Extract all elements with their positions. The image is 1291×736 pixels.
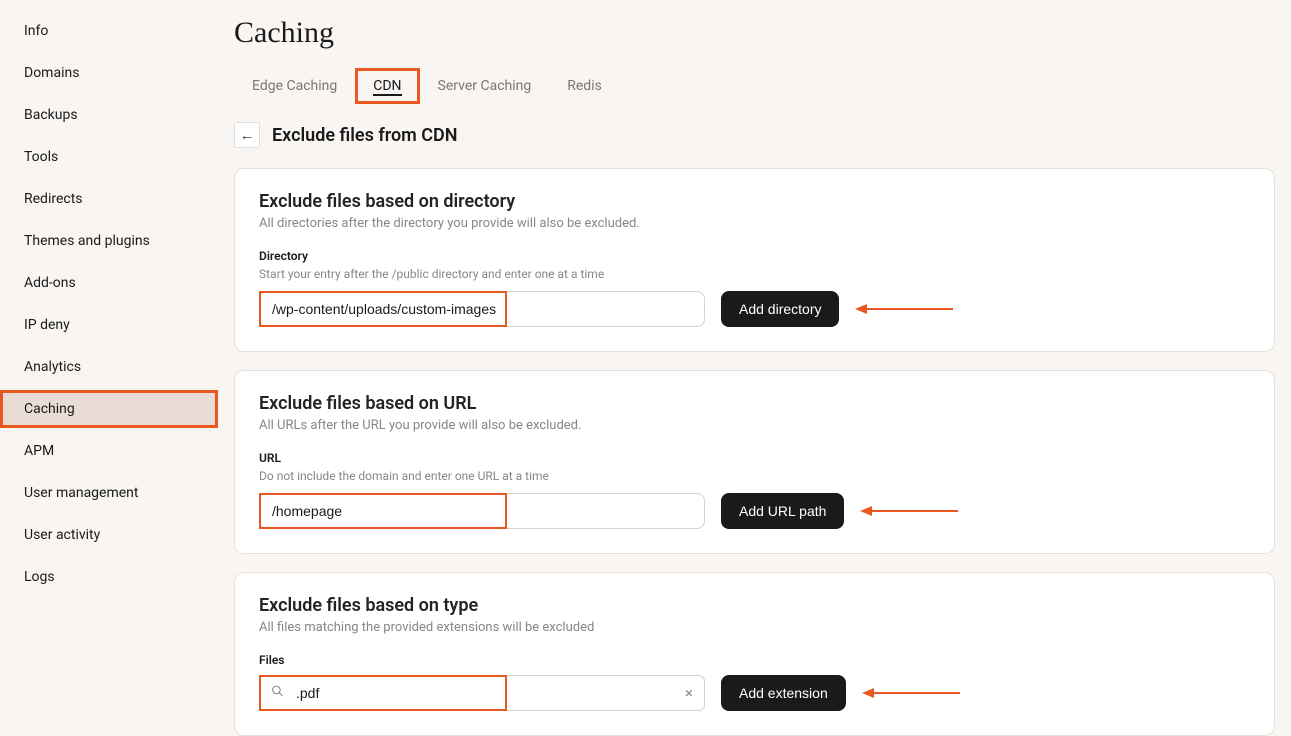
card-title: Exclude files based on URL	[259, 393, 1250, 414]
field-hint-url: Do not include the domain and enter one …	[259, 469, 1250, 483]
annotation-arrow	[862, 688, 960, 698]
card-exclude-type: Exclude files based on type All files ma…	[234, 572, 1275, 736]
add-extension-button[interactable]: Add extension	[721, 675, 846, 711]
tab-server-caching[interactable]: Server Caching	[420, 68, 550, 104]
sidebar-item-info[interactable]: Info	[0, 12, 218, 50]
sidebar-item-domains[interactable]: Domains	[0, 54, 218, 92]
field-label-files: Files	[259, 653, 1250, 667]
tab-cdn[interactable]: CDN	[355, 68, 419, 104]
back-button[interactable]: ←	[234, 122, 260, 148]
card-title: Exclude files based on type	[259, 595, 1250, 616]
field-hint-directory: Start your entry after the /public direc…	[259, 267, 1250, 281]
sidebar-item-logs[interactable]: Logs	[0, 558, 218, 596]
add-url-path-button[interactable]: Add URL path	[721, 493, 844, 529]
sidebar: Info Domains Backups Tools Redirects The…	[0, 0, 218, 710]
card-title: Exclude files based on directory	[259, 191, 1250, 212]
field-label-url: URL	[259, 451, 1250, 465]
sidebar-item-tools[interactable]: Tools	[0, 138, 218, 176]
page-subtitle: Exclude files from CDN	[272, 125, 457, 146]
sidebar-item-analytics[interactable]: Analytics	[0, 348, 218, 386]
add-directory-button[interactable]: Add directory	[721, 291, 839, 327]
tab-edge-caching[interactable]: Edge Caching	[234, 68, 355, 104]
tab-redis[interactable]: Redis	[549, 68, 620, 104]
sidebar-item-apm[interactable]: APM	[0, 432, 218, 470]
clear-icon[interactable]: ×	[685, 684, 693, 702]
card-desc: All files matching the provided extensio…	[259, 620, 1250, 635]
annotation-arrow	[855, 304, 953, 314]
input-row-type: × Add extension	[259, 675, 1250, 711]
sidebar-item-backups[interactable]: Backups	[0, 96, 218, 134]
arrow-left-icon: ←	[240, 127, 255, 144]
card-exclude-directory: Exclude files based on directory All dir…	[234, 168, 1275, 352]
card-exclude-url: Exclude files based on URL All URLs afte…	[234, 370, 1275, 554]
page-title: Caching	[234, 16, 1275, 50]
directory-input[interactable]	[259, 291, 705, 327]
field-label-directory: Directory	[259, 249, 1250, 263]
sidebar-item-user-management[interactable]: User management	[0, 474, 218, 512]
card-desc: All URLs after the URL you provide will …	[259, 418, 1250, 433]
sidebar-item-add-ons[interactable]: Add-ons	[0, 264, 218, 302]
tabs: Edge Caching CDN Server Caching Redis	[234, 68, 1275, 104]
sidebar-item-caching[interactable]: Caching	[0, 390, 218, 428]
sidebar-item-user-activity[interactable]: User activity	[0, 516, 218, 554]
input-row-directory: Add directory	[259, 291, 1250, 327]
main-content: Caching Edge Caching CDN Server Caching …	[218, 0, 1291, 710]
card-desc: All directories after the directory you …	[259, 216, 1250, 231]
sidebar-item-ip-deny[interactable]: IP deny	[0, 306, 218, 344]
url-input[interactable]	[259, 493, 705, 529]
extension-input[interactable]	[259, 675, 705, 711]
input-row-url: Add URL path	[259, 493, 1250, 529]
annotation-arrow	[860, 506, 958, 516]
sidebar-item-redirects[interactable]: Redirects	[0, 180, 218, 218]
sidebar-item-themes-plugins[interactable]: Themes and plugins	[0, 222, 218, 260]
subtitle-row: ← Exclude files from CDN	[234, 122, 1275, 148]
